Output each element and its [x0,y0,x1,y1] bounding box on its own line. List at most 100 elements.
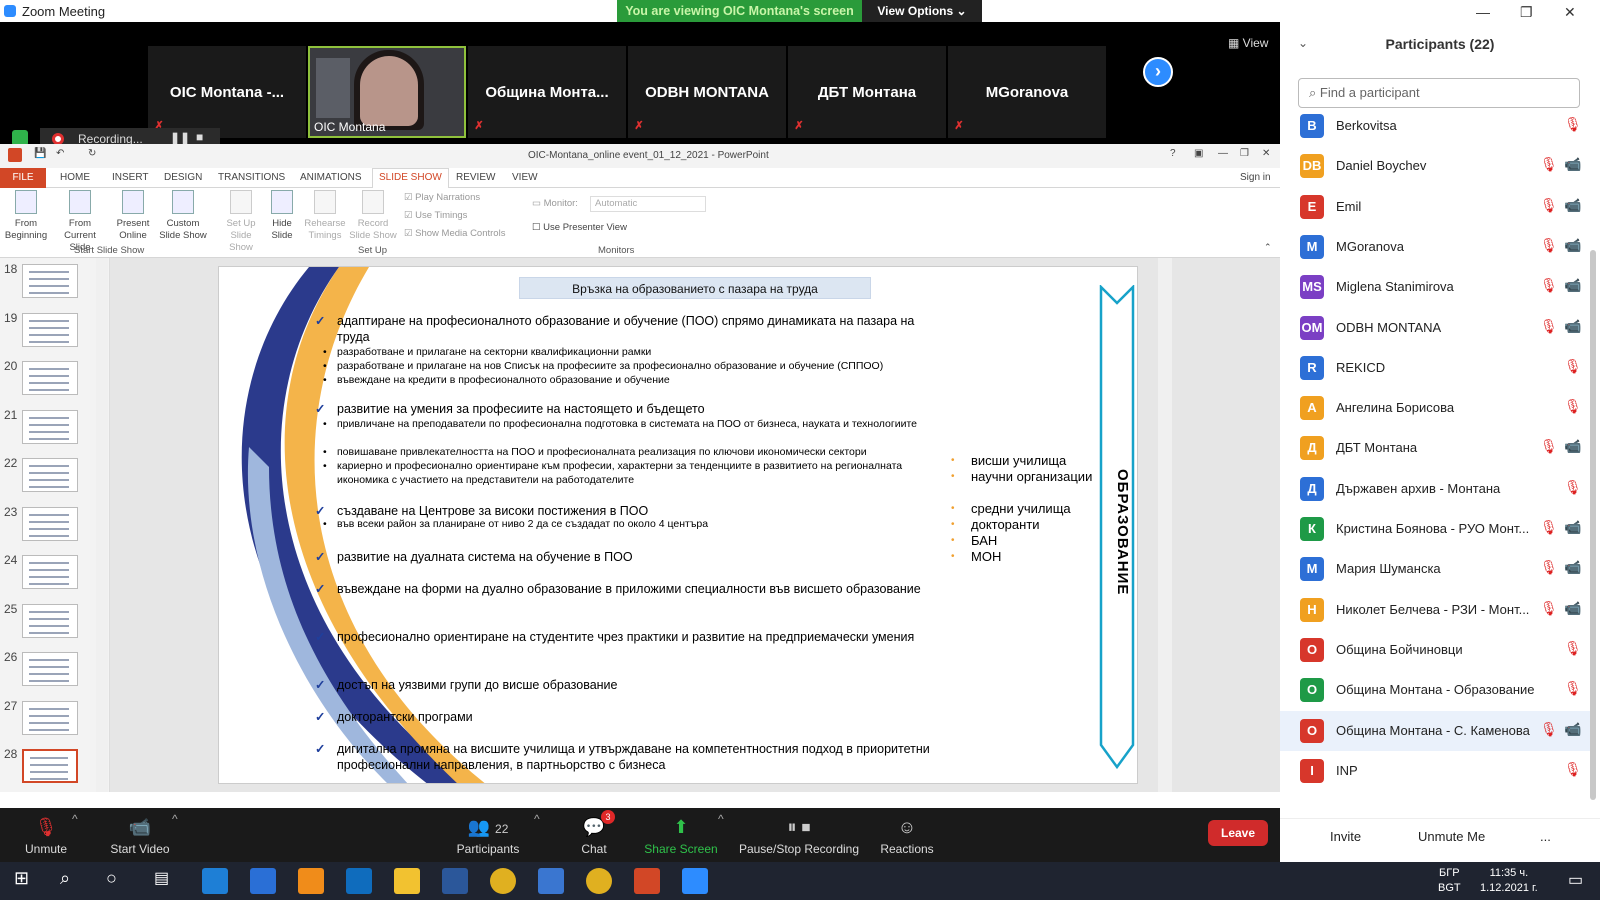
record-show-button[interactable]: Record Slide Show [348,190,398,242]
restore-icon[interactable]: ❐ [1520,4,1533,21]
notifications-icon[interactable]: ▭ [1568,870,1583,890]
vertical-scrollbar[interactable] [1158,258,1172,792]
more-button[interactable]: ... [1540,829,1551,844]
leave-button[interactable]: Leave [1208,820,1268,846]
tab-view[interactable]: VIEW [512,172,538,183]
participant-row[interactable]: M MGoranova 🎙 📹 [1280,227,1590,267]
thumbs-scrollbar[interactable] [96,258,108,792]
media-icon[interactable] [298,868,324,894]
pause-icon[interactable]: ❚❚ [170,131,190,145]
participant-row[interactable]: О Община Монтана - С. Каменова 🎙 📹 [1280,710,1590,751]
language-indicator[interactable]: БГР BGT [1438,866,1461,896]
slide-thumbnail[interactable] [22,700,78,735]
clock[interactable]: 11:35 ч. 1.12.2021 г. [1480,866,1538,896]
search-icon[interactable]: ⌕ [60,868,86,894]
video-tile[interactable]: ДБТ Монтана ✗ [788,46,946,138]
custom-show-button[interactable]: Custom Slide Show [156,190,210,242]
participant-row[interactable]: О Община Монтана - Образование 🎙 [1280,670,1590,710]
tab-design[interactable]: DESIGN [164,172,202,183]
setup-show-button[interactable]: Set Up Slide Show [218,190,264,254]
chevron-up-icon[interactable]: ^ [72,812,78,826]
slide-thumbnail[interactable] [22,409,78,444]
slide-thumbnail[interactable] [22,555,78,589]
participant-row[interactable]: М Мария Шуманска 🎙 📹 [1280,549,1590,589]
participant-row[interactable]: Д ДБТ Монтана 🎙 📹 [1280,428,1590,468]
zoom-icon[interactable] [682,868,708,894]
undo-icon[interactable]: ↶ [56,148,64,159]
close-icon[interactable]: ✕ [1262,148,1270,159]
save-icon[interactable]: 💾 [34,148,46,159]
chevron-up-icon[interactable]: ^ [718,812,724,826]
chrome-icon[interactable] [586,868,612,894]
powerpoint-icon[interactable] [634,868,660,894]
outlook-icon[interactable] [346,868,372,894]
slide-thumbnail[interactable] [22,264,78,298]
start-video-button[interactable]: 📹 Start Video [104,808,176,856]
share-screen-button[interactable]: ⬆ Share Screen [640,808,722,856]
participant-row[interactable]: E Emil 🎙 📹 [1280,187,1590,227]
use-timings-checkbox[interactable]: ☑ Use Timings [404,210,467,221]
participant-row[interactable]: А Ангелина Борисова 🎙 [1280,388,1590,428]
slide-thumbnail[interactable] [22,749,78,783]
monitor-select[interactable]: Automatic [590,196,706,212]
tab-slide-show[interactable]: SLIDE SHOW [372,168,449,189]
video-tile[interactable]: ODBH MONTANA ✗ [628,46,786,138]
search-input[interactable]: ⌕ Find a participant [1298,78,1580,108]
play-narrations-checkbox[interactable]: ☑ Play Narrations [404,192,480,203]
participant-row[interactable]: К Кристина Боянова - РУО Монт... 🎙 📹 [1280,509,1590,549]
panel-scrollbar[interactable] [1590,250,1596,800]
video-tile[interactable]: OIC Montana -... ✗ [148,46,306,138]
tab-home[interactable]: HOME [60,172,90,183]
participant-row[interactable]: R REKICD 🎙 [1280,348,1590,388]
tab-insert[interactable]: INSERT [112,172,149,183]
hide-slide-button[interactable]: Hide Slide [266,190,298,242]
chrome-icon[interactable] [490,868,516,894]
help-icon[interactable]: ? [1170,148,1176,159]
participant-row[interactable]: I INP 🎙 [1280,751,1590,791]
tab-file[interactable]: FILE [0,168,46,188]
from-beginning-button[interactable]: From Beginning [4,190,48,242]
view-button[interactable]: ▦ View [1228,36,1268,50]
view-options-button[interactable]: View Options ⌄ [862,0,982,22]
participant-row[interactable]: О Община Бойчиновци 🎙 [1280,630,1590,670]
present-online-button[interactable]: Present Online [112,190,154,242]
reactions-button[interactable]: ☺ Reactions [874,808,940,856]
participant-row[interactable]: MS Miglena Stanimirova 🎙 📹 [1280,267,1590,307]
show-media-checkbox[interactable]: ☑ Show Media Controls [404,228,505,239]
cortana-icon[interactable]: ○ [106,868,132,894]
presenter-view-checkbox[interactable]: ☐ Use Presenter View [532,222,627,233]
slide-thumbnail[interactable] [22,603,78,638]
video-tile[interactable]: MGoranova ✗ [948,46,1106,138]
minimize-icon[interactable]: — [1218,148,1228,159]
video-tile-active[interactable]: OIC Montana [308,46,466,138]
invite-button[interactable]: Invite [1330,829,1361,844]
participant-row[interactable]: DB Daniel Boychev 🎙 📹 [1280,146,1590,186]
slide-thumbnail[interactable] [22,458,78,492]
video-tile[interactable]: Община Монта... ✗ [468,46,626,138]
close-icon[interactable]: ✕ [1564,4,1576,21]
redo-icon[interactable]: ↻ [88,148,96,159]
folder-icon[interactable] [394,868,420,894]
participants-button[interactable]: 👥 22 Participants [452,808,524,856]
chevron-up-icon[interactable]: ^ [534,812,540,826]
stop-icon[interactable]: ■ [196,130,203,144]
slide-thumbnail[interactable] [22,312,78,347]
collapse-ribbon-icon[interactable]: ⌃ [1264,242,1272,253]
slide-thumbnail[interactable] [22,361,78,395]
restore-icon[interactable]: ❐ [1240,148,1249,159]
store-icon[interactable] [250,868,276,894]
tab-review[interactable]: REVIEW [456,172,495,183]
next-page-arrow-icon[interactable]: › [1143,57,1173,87]
participant-row[interactable]: B Berkovitsa 🎙 [1280,106,1590,146]
participant-row[interactable]: OM ODBH MONTANA 🎙 📹 [1280,308,1590,348]
minimize-icon[interactable]: — [1476,4,1490,20]
edge-icon[interactable] [202,868,228,894]
task-view-icon[interactable]: ▤ [154,868,180,894]
pause-stop-recording-button[interactable]: ⏸ ⏹ Pause/Stop Recording [736,808,862,856]
slide-thumbnail[interactable] [22,652,78,686]
sign-in-link[interactable]: Sign in [1240,172,1271,183]
rehearse-button[interactable]: Rehearse Timings [304,190,346,242]
ribbon-display-icon[interactable]: ▣ [1194,148,1203,159]
chevron-up-icon[interactable]: ^ [172,812,178,826]
unmute-button[interactable]: 🎙 Unmute [18,808,74,856]
